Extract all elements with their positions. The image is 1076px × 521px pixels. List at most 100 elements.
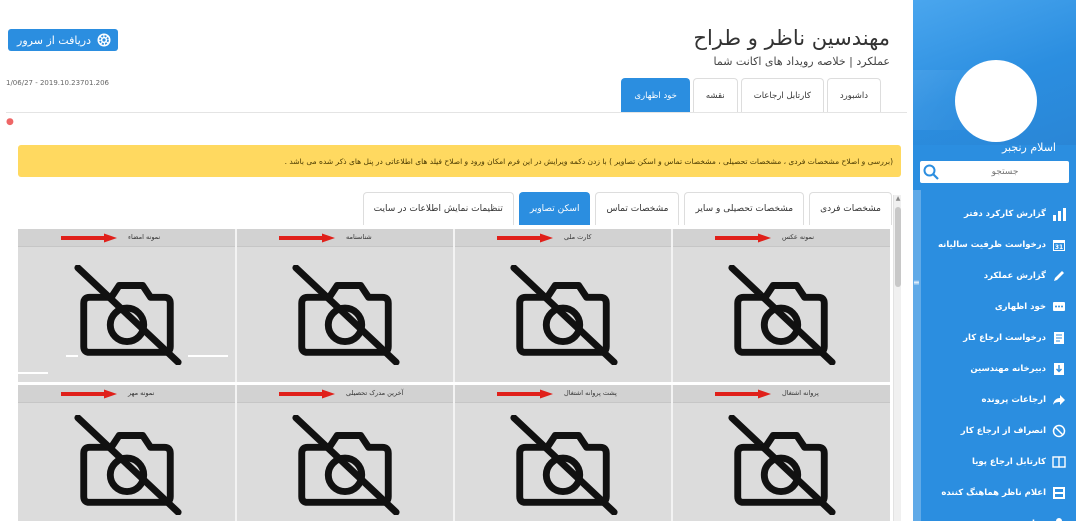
user-icon — [1052, 517, 1066, 521]
image-artifact — [188, 355, 228, 357]
sidebar-item[interactable]: گزارش عملکرد — [913, 260, 1076, 291]
cell-divider — [453, 229, 455, 382]
image-artifact — [66, 355, 78, 357]
red-arrow-icon — [61, 389, 117, 399]
search-input[interactable] — [941, 161, 1069, 183]
no-image-camera-icon — [728, 265, 836, 365]
sidebar-item[interactable]: 31 درخواست ظرفیت سالیانه — [913, 229, 1076, 260]
image-slot[interactable]: کارت ملی — [454, 229, 672, 382]
fetch-from-server-button[interactable]: دریافت از سرور — [8, 29, 118, 51]
image-slot-label: نمونه امضاء — [128, 233, 161, 241]
sub-tab-3[interactable]: اسکن تصاویر — [518, 192, 591, 225]
inbox-icon — [1052, 362, 1066, 376]
red-arrow-icon — [279, 389, 335, 399]
image-slot[interactable]: آخرین مدرک تحصیلی — [236, 385, 454, 521]
share-icon — [1052, 393, 1066, 407]
app-window: اسلام رنجبر گزارش کارکرد دفتر 31 درخواست ظ… — [0, 0, 1076, 521]
sidebar-item-label: دبیرخانه مهندسین — [970, 363, 1046, 374]
image-slot-label: نمونه مهر — [128, 389, 155, 397]
panel-marker: ● — [6, 117, 14, 127]
sidebar-item[interactable]: انصراف از ارجاع کار — [913, 415, 1076, 446]
build-timestamp: 1/06/27 - 2019.10.23701.206 — [6, 79, 109, 87]
tab-1[interactable]: کارتابل ارجاعات — [740, 78, 824, 112]
page-subtitle: عملکرد | خلاصه رویداد های اکانت شما — [713, 55, 890, 68]
sidebar-item-label: گزارش عملکرد — [983, 270, 1046, 281]
main-scrollbar[interactable]: ▲ — [893, 195, 901, 521]
sidebar-item[interactable]: عوارض مهندس — [913, 508, 1076, 521]
cell-divider — [671, 229, 673, 382]
sub-tab-0[interactable]: مشخصات فردی — [809, 192, 892, 225]
no-image-camera-icon — [510, 415, 618, 515]
image-slot-label: نمونه عکس — [782, 233, 815, 241]
image-slot[interactable]: نمونه مهر — [18, 385, 236, 521]
scroll-up-arrow-icon[interactable]: ▲ — [894, 195, 902, 205]
search-box — [920, 161, 1069, 183]
red-arrow-icon — [279, 233, 335, 243]
sidebar-item[interactable]: اعلام ناظر هماهنگ کننده — [913, 477, 1076, 508]
sidebar: اسلام رنجبر گزارش کارکرد دفتر 31 درخواست ظ… — [913, 0, 1076, 521]
red-arrow-icon — [61, 233, 117, 243]
chat-icon — [1052, 300, 1066, 314]
sidebar-item-label: گزارش کارکرد دفتر — [964, 208, 1046, 219]
sidebar-item[interactable]: درخواست ارجاع کار — [913, 322, 1076, 353]
image-slot[interactable]: نمونه عکس — [672, 229, 890, 382]
sub-tab-1[interactable]: مشخصات تحصیلی و سایر — [684, 192, 805, 225]
id-card-icon — [1052, 486, 1066, 500]
pen-icon — [1052, 269, 1066, 283]
chart-icon — [1052, 207, 1066, 221]
cell-divider — [235, 229, 237, 382]
sub-tab-4[interactable]: تنظیمات نمایش اطلاعات در سایت — [362, 192, 514, 225]
image-slot[interactable]: شناسنامه — [236, 229, 454, 382]
red-arrow-icon — [715, 389, 771, 399]
calendar-icon: 31 — [1052, 238, 1066, 252]
sidebar-item-label: درخواست ارجاع کار — [963, 332, 1046, 343]
search-icon[interactable] — [922, 163, 940, 181]
fetch-from-server-label: دریافت از سرور — [17, 33, 91, 47]
sidebar-item-label: اعلام ناظر هماهنگ کننده — [941, 487, 1046, 498]
image-slot-label: آخرین مدرک تحصیلی — [346, 389, 404, 397]
image-slot[interactable]: نمونه امضاء — [18, 229, 236, 382]
sidebar-item[interactable]: گزارش کارکرد دفتر — [913, 198, 1076, 229]
no-image-camera-icon — [728, 415, 836, 515]
cell-divider — [453, 385, 455, 521]
red-arrow-icon — [715, 233, 771, 243]
book-icon — [1052, 455, 1066, 469]
no-image-camera-icon — [74, 265, 182, 365]
image-slot[interactable]: پروانه اشتغال — [672, 385, 890, 521]
image-slot[interactable]: پشت پروانه اشتغال — [454, 385, 672, 521]
profile-sub-tabs: مشخصات فردی مشخصات تحصیلی و سایر مشخصات تم… — [362, 192, 892, 225]
no-image-camera-icon — [292, 415, 400, 515]
sidebar-item[interactable]: دبیرخانه مهندسین — [913, 353, 1076, 384]
sidebar-item-label: ارجاعات پرونده — [981, 394, 1046, 405]
red-arrow-icon — [497, 389, 553, 399]
tab-0[interactable]: داشبورد — [826, 78, 881, 112]
no-image-camera-icon — [510, 265, 618, 365]
image-artifact — [18, 372, 48, 374]
sidebar-item[interactable]: ارجاعات پرونده — [913, 384, 1076, 415]
sidebar-item[interactable]: خود اظهاری — [913, 291, 1076, 322]
tab-3[interactable]: خود اظهاری — [621, 78, 690, 112]
cell-divider — [671, 385, 673, 521]
image-row-2: پروانه اشتغال پشت پروانه اشتغال آخرین مدرک… — [18, 385, 890, 521]
sidebar-item-label: خود اظهاری — [994, 301, 1046, 312]
sidebar-hero — [913, 0, 1076, 145]
cell-divider — [235, 385, 237, 521]
svg-text:31: 31 — [1055, 244, 1063, 251]
image-slot-label: پشت پروانه اشتغال — [564, 389, 617, 397]
red-arrow-icon — [497, 233, 553, 243]
sidebar-item-label: انصراف از ارجاع کار — [960, 425, 1046, 436]
user-name: اسلام رنجبر — [1001, 141, 1056, 154]
scrollbar-thumb[interactable] — [895, 207, 901, 287]
top-tabs: داشبورد کارتابل ارجاعات نقشه خود اظهاری — [621, 78, 881, 112]
image-slot-label: شناسنامه — [346, 233, 372, 241]
document-icon — [1052, 331, 1066, 345]
tab-2[interactable]: نقشه — [692, 78, 738, 112]
page-title: مهندسین ناظر و طراح — [693, 26, 890, 50]
sub-tab-2[interactable]: مشخصات تماس — [595, 192, 680, 225]
sidebar-item-label: کارتابل ارجاع پویا — [972, 456, 1046, 467]
avatar[interactable] — [955, 60, 1037, 142]
gear-icon — [97, 33, 111, 47]
no-image-camera-icon — [292, 265, 400, 365]
sidebar-item[interactable]: کارتابل ارجاع پویا — [913, 446, 1076, 477]
sidebar-item-label: درخواست ظرفیت سالیانه — [938, 239, 1046, 250]
